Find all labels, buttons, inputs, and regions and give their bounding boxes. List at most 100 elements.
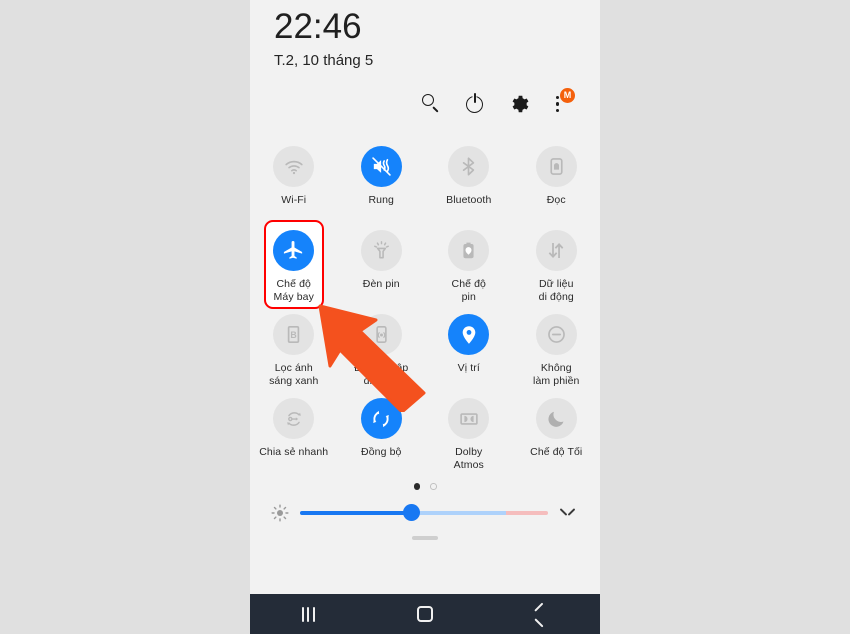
page-dot-1[interactable]	[413, 483, 420, 490]
tile-airplane-mode[interactable]: Chế độ Máy bay	[250, 219, 338, 309]
more-options-icon[interactable]: M	[552, 88, 576, 115]
tile-label: Không làm phiền	[533, 362, 580, 387]
more-options-badge: M	[560, 88, 575, 103]
tile-bluetooth[interactable]: Bluetooth	[425, 135, 513, 219]
tile-label: Lọc ánh sáng xanh	[269, 362, 319, 387]
recents-bar	[312, 606, 315, 622]
brightness-warm-zone	[505, 510, 548, 515]
tile-mobile-data[interactable]: Dữ liệu di động	[513, 219, 601, 303]
back-stroke-top	[533, 602, 544, 612]
tile-icon-wrap	[448, 230, 490, 271]
brightness-track	[300, 510, 548, 515]
chevron-right-stroke	[567, 507, 575, 516]
recents-button[interactable]	[278, 594, 338, 634]
tile-power-saving[interactable]: Chế độ pin	[425, 219, 513, 303]
blue-light-filter-icon: B	[288, 325, 300, 344]
brightness-remaining	[411, 510, 506, 515]
status-date: T.2, 10 tháng 5	[274, 52, 374, 69]
search-icon-handle	[432, 106, 439, 113]
tile-label: Vị trí	[457, 362, 480, 374]
kebab-dot	[556, 96, 560, 100]
tile-dolby-atmos[interactable]: Dolby Atmos	[425, 387, 513, 471]
tile-icon-wrap	[448, 398, 490, 439]
page-dot-2[interactable]	[430, 483, 437, 490]
svg-text:B: B	[291, 330, 297, 340]
tile-dark-mode[interactable]: Chế độ Tối	[513, 387, 601, 471]
power-saving-icon	[463, 242, 474, 259]
mobile-data-icon	[548, 242, 564, 259]
tile-nfc-read[interactable]: Đọc	[513, 135, 601, 219]
settings-gear-icon[interactable]	[508, 93, 530, 115]
brightness-knob[interactable]	[403, 504, 421, 521]
power-icon[interactable]	[464, 93, 486, 115]
flashlight-icon	[373, 241, 389, 259]
tile-icon-wrap	[360, 230, 402, 271]
tile-label: Đọc	[546, 194, 566, 206]
brightness-row	[250, 490, 600, 524]
home-icon	[416, 606, 433, 622]
tile-icon-wrap: B	[273, 314, 315, 355]
chevron-left-stroke	[559, 507, 568, 516]
tile-wifi[interactable]: Wi-Fi	[250, 135, 338, 219]
panel-drag-handle[interactable]	[412, 535, 438, 540]
tile-icon-wrap	[360, 146, 402, 187]
tile-label: Chế độ pin	[451, 278, 486, 303]
nfc-read-icon	[550, 158, 563, 175]
recents-bar	[301, 606, 304, 622]
tile-label: Đồng bộ	[361, 446, 402, 458]
vibrate-icon	[372, 157, 391, 176]
tile-label: Dolby Atmos	[453, 446, 484, 471]
tile-label: Chia sẻ nhanh	[259, 446, 329, 458]
power-icon-stem	[473, 93, 476, 103]
recents-icon	[301, 606, 315, 622]
kebab-dot	[556, 102, 560, 106]
tile-label: Rung	[368, 194, 394, 206]
search-icon[interactable]	[420, 93, 442, 115]
tile-icon-wrap	[273, 398, 315, 439]
tile-label: Bluetooth	[446, 194, 492, 206]
brightness-slider[interactable]	[300, 502, 548, 524]
tile-flashlight[interactable]: Đèn pin	[338, 219, 426, 303]
tile-vibrate[interactable]: Rung	[338, 135, 426, 219]
dolby-atmos-icon	[460, 412, 478, 425]
dark-mode-moon-icon	[548, 411, 564, 427]
panel-handle-wrap	[250, 535, 600, 540]
location-pin-icon	[462, 325, 476, 344]
status-time: 22:46	[274, 7, 362, 46]
tile-icon-wrap	[273, 146, 315, 187]
airplane-icon	[284, 241, 303, 259]
tile-label: Chế độ Máy bay	[273, 278, 314, 303]
tile-icon-wrap	[535, 230, 577, 271]
tile-label: Dữ liệu di động	[538, 278, 574, 303]
arrow-pointer	[318, 304, 426, 412]
tile-icon-wrap	[448, 146, 490, 187]
home-button[interactable]	[395, 594, 455, 634]
tile-location[interactable]: Vị trí	[425, 303, 513, 387]
brightness-icon	[271, 503, 289, 522]
back-button[interactable]	[512, 594, 572, 634]
android-navigation-bar	[250, 594, 600, 634]
tile-icon-wrap	[273, 230, 315, 271]
kebab-dot	[556, 108, 560, 112]
tile-icon-wrap	[448, 314, 490, 355]
tile-icon-wrap	[535, 146, 577, 187]
quick-share-icon	[286, 411, 301, 426]
quick-settings-header-icons: M	[250, 73, 600, 115]
back-stroke-bottom	[533, 617, 544, 628]
bluetooth-icon	[463, 157, 475, 176]
brightness-filled	[300, 510, 412, 515]
search-icon-circle	[422, 94, 434, 106]
tile-icon-wrap	[535, 398, 577, 439]
tile-do-not-disturb[interactable]: Không làm phiền	[513, 303, 601, 387]
quick-settings-panel: 22:46 T.2, 10 tháng 5 M Wi-Fi Rung Bluet…	[250, 0, 600, 596]
do-not-disturb-icon	[547, 326, 565, 343]
tile-label: Wi-Fi	[281, 194, 307, 206]
tile-label: Chế độ Tối	[530, 446, 583, 458]
back-icon	[533, 602, 550, 628]
tile-icon-wrap	[535, 314, 577, 355]
clock-area: 22:46 T.2, 10 tháng 5	[250, 0, 600, 73]
chevron-down-icon[interactable]	[558, 503, 578, 523]
recents-bar	[307, 606, 310, 622]
tile-label: Đèn pin	[362, 278, 400, 290]
wifi-icon	[285, 160, 303, 174]
